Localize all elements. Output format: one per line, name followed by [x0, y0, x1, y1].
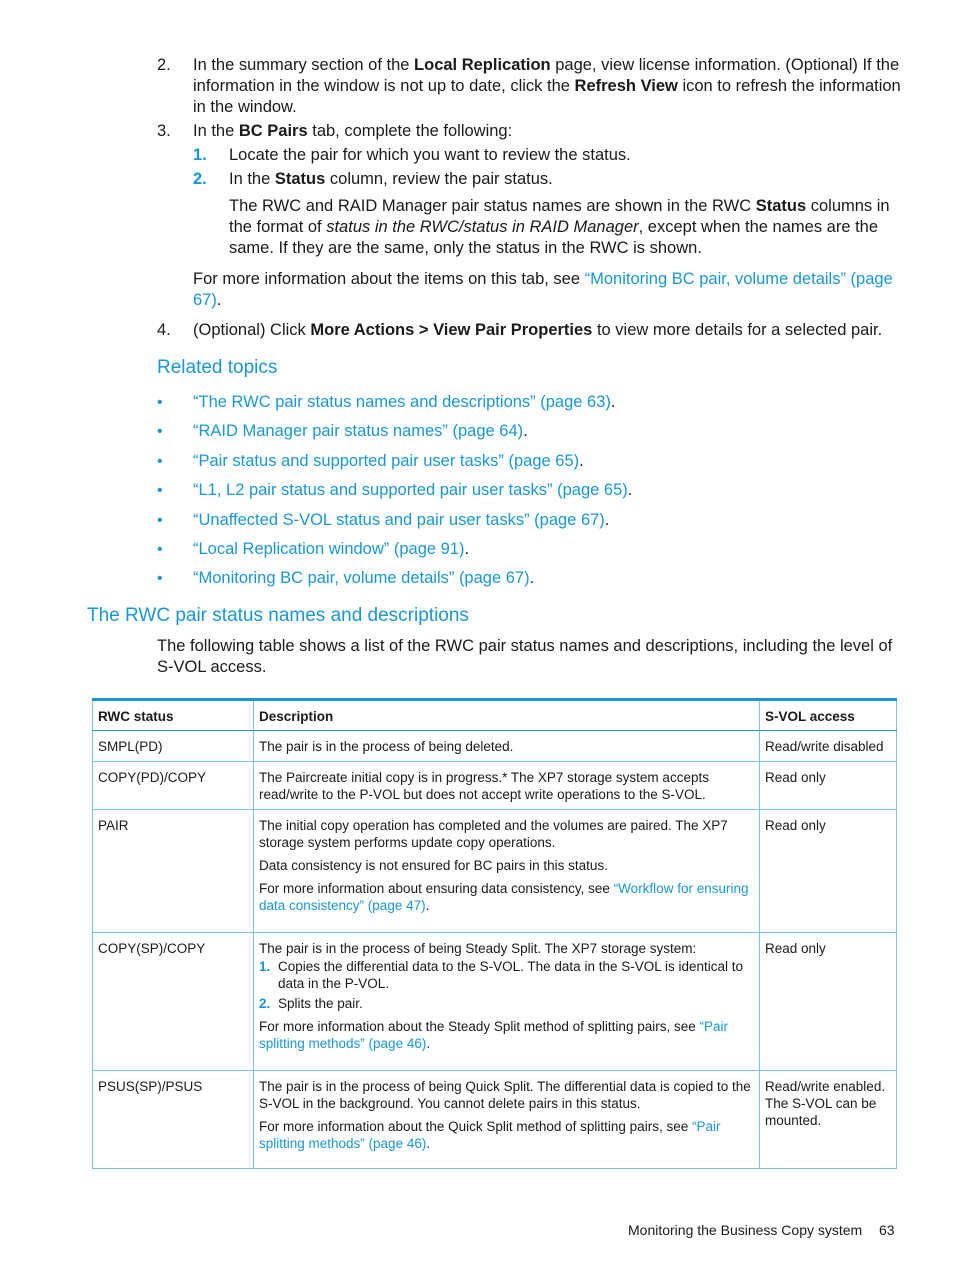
page-footer: Monitoring the Business Copy system 63 [628, 1222, 895, 1238]
list-item: • “The RWC pair status names and descript… [157, 390, 897, 419]
related-link[interactable]: “RAID Manager pair status names” (page 6… [193, 422, 523, 440]
list-item: • “Pair status and supported pair user ta… [157, 449, 897, 478]
ui-term-more-actions: More Actions > View Pair Properties [310, 321, 593, 339]
cell-access: Read only [759, 809, 897, 933]
step-text: (Optional) Click More Actions > View Pai… [193, 321, 883, 339]
related-link[interactable]: “The RWC pair status names and descripti… [193, 393, 611, 411]
cell-description: The initial copy operation has completed… [253, 809, 760, 933]
page-number: 63 [879, 1222, 895, 1238]
cell-description: The pair is in the process of being Stea… [253, 932, 760, 1071]
ui-term-local-replication: Local Replication [414, 56, 551, 74]
table-header-row: RWC status Description S-VOL access [92, 699, 897, 731]
step-2: 2. In the summary section of the Local R… [157, 55, 902, 118]
table-row: PAIR The initial copy operation has comp… [92, 809, 897, 933]
step-number: 2. [157, 56, 171, 74]
list-item: • “Unaffected S-VOL status and pair user … [157, 508, 897, 537]
table-row: PSUS(SP)/PSUS The pair is in the process… [92, 1070, 897, 1169]
step-4: 4. (Optional) Click More Actions > View … [157, 320, 902, 341]
column-header-svol-access: S-VOL access [759, 699, 897, 731]
step-text: In the BC Pairs tab, complete the follow… [193, 122, 513, 140]
list-item: • “L1, L2 pair status and supported pair … [157, 478, 897, 507]
related-link[interactable]: “Local Replication window” (page 91) [193, 540, 464, 558]
footer-chapter-title: Monitoring the Business Copy system [628, 1222, 863, 1238]
list-item: • “Local Replication window” (page 91). [157, 537, 897, 566]
substep-1: 1. Locate the pair for which you want to… [193, 146, 631, 164]
related-link[interactable]: “L1, L2 pair status and supported pair u… [193, 481, 628, 499]
ui-term-bc-pairs: BC Pairs [238, 122, 308, 140]
cell-status: SMPL(PD) [92, 730, 254, 762]
cell-status: COPY(SP)/COPY [92, 932, 254, 1071]
column-header-description: Description [253, 699, 760, 731]
table-row: COPY(PD)/COPY The Paircreate initial cop… [92, 761, 897, 810]
bullet-icon: • [157, 570, 163, 588]
cell-status: PAIR [92, 809, 254, 933]
table-row: SMPL(PD) The pair is in the process of b… [92, 730, 897, 762]
related-link[interactable]: “Monitoring BC pair, volume details” (pa… [193, 569, 530, 587]
section-heading: The RWC pair status names and descriptio… [87, 605, 469, 626]
status-table: RWC status Description S-VOL access SMPL… [92, 698, 897, 1169]
cell-status: COPY(PD)/COPY [92, 761, 254, 810]
step-text: In the summary section of the Local Repl… [193, 56, 901, 116]
section-intro: The following table shows a list of the … [157, 637, 893, 676]
bullet-icon: • [157, 482, 163, 500]
list-item: • “RAID Manager pair status names” (page … [157, 419, 897, 448]
step-number: 3. [157, 122, 171, 140]
table-substep-2: 2. Splits the pair. [259, 996, 363, 1011]
column-header-rwc-status: RWC status [92, 699, 254, 731]
cell-access: Read only [759, 761, 897, 810]
related-topics-heading: Related topics [157, 357, 278, 378]
table-row: COPY(SP)/COPY The pair is in the process… [92, 932, 897, 1071]
bullet-icon: • [157, 423, 163, 441]
cell-description: The pair is in the process of being Quic… [253, 1070, 760, 1169]
substep-2: 2. In the Status column, review the pair… [193, 170, 553, 188]
related-topics-list: • “The RWC pair status names and descript… [157, 390, 897, 596]
ui-term-refresh-view: Refresh View [574, 77, 678, 95]
bullet-icon: • [157, 540, 163, 558]
list-item: • “Monitoring BC pair, volume details” (p… [157, 566, 897, 595]
related-link[interactable]: “Pair status and supported pair user tas… [193, 452, 579, 470]
cell-description: The Paircreate initial copy is in progre… [253, 761, 760, 810]
more-info: For more information about the items on … [193, 270, 893, 309]
bullet-icon: • [157, 394, 163, 411]
cell-access: Read/write enabled. The S-VOL can be mou… [759, 1070, 897, 1169]
related-link[interactable]: “Unaffected S-VOL status and pair user t… [193, 511, 605, 529]
table-substep-1: 1. Copies the differential data to the S-… [259, 959, 744, 991]
step-3: 3. In the BC Pairs tab, complete the fol… [157, 121, 902, 311]
status-note: The RWC and RAID Manager pair status nam… [229, 197, 890, 257]
bullet-icon: • [157, 452, 163, 470]
cell-access: Read only [759, 932, 897, 1071]
cell-description: The pair is in the process of being dele… [253, 730, 760, 762]
ui-term-status: Status [274, 170, 326, 188]
bullet-icon: • [157, 511, 163, 529]
cell-access: Read/write disabled [759, 730, 897, 762]
cell-status: PSUS(SP)/PSUS [92, 1070, 254, 1169]
step-number: 4. [157, 321, 171, 339]
